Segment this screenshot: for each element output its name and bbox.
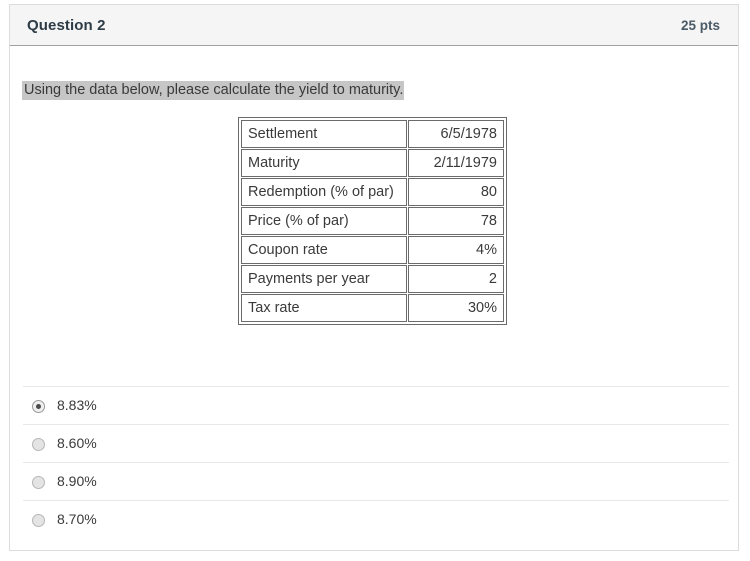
table-cell-label: Tax rate <box>241 294 407 322</box>
answer-option-2[interactable]: 8.90% <box>23 462 729 500</box>
table-cell-value: 6/5/1978 <box>408 120 504 148</box>
radio-button-icon[interactable] <box>32 476 45 489</box>
question-body: Using the data below, please calculate t… <box>10 46 738 550</box>
table-cell-label: Maturity <box>241 149 407 177</box>
table-cell-value: 4% <box>408 236 504 264</box>
table-body: Settlement 6/5/1978 Maturity 2/11/1979 R… <box>241 120 504 322</box>
table-cell-label: Price (% of par) <box>241 207 407 235</box>
table-cell-label: Settlement <box>241 120 407 148</box>
page-title: Question 2 <box>27 17 106 34</box>
question-points-badge: 25 pts <box>680 18 720 33</box>
question-prompt-text: Using the data below, please calculate t… <box>22 81 405 100</box>
table-row: Redemption (% of par) 80 <box>241 178 504 206</box>
table-cell-value: 2/11/1979 <box>408 149 504 177</box>
answer-option-label: 8.83% <box>57 397 97 413</box>
table-cell-value: 78 <box>408 207 504 235</box>
answer-option-label: 8.90% <box>57 473 97 489</box>
table-cell-value: 2 <box>408 265 504 293</box>
question-container: Question 2 25 pts Using the data below, … <box>9 4 739 551</box>
answer-option-label: 8.60% <box>57 435 97 451</box>
answer-option-1[interactable]: 8.60% <box>23 424 729 462</box>
bond-data-table: Settlement 6/5/1978 Maturity 2/11/1979 R… <box>238 117 507 325</box>
table-row: Coupon rate 4% <box>241 236 504 264</box>
table-row: Tax rate 30% <box>241 294 504 322</box>
answer-option-3[interactable]: 8.70% <box>23 500 729 538</box>
answer-options-list: 8.83% 8.60% 8.90% 8.70% <box>23 386 729 538</box>
question-prompt: Using the data below, please calculate t… <box>22 81 405 100</box>
radio-button-icon[interactable] <box>32 438 45 451</box>
radio-button-icon[interactable] <box>32 400 45 413</box>
table-cell-label: Redemption (% of par) <box>241 178 407 206</box>
radio-button-icon[interactable] <box>32 514 45 527</box>
table-cell-label: Coupon rate <box>241 236 407 264</box>
table-row: Maturity 2/11/1979 <box>241 149 504 177</box>
data-table: Settlement 6/5/1978 Maturity 2/11/1979 R… <box>240 119 505 323</box>
table-cell-value: 80 <box>408 178 504 206</box>
answer-option-label: 8.70% <box>57 511 97 527</box>
table-row: Settlement 6/5/1978 <box>241 120 504 148</box>
table-cell-value: 30% <box>408 294 504 322</box>
question-header: Question 2 25 pts <box>10 5 738 46</box>
answer-option-0[interactable]: 8.83% <box>23 386 729 424</box>
table-row: Payments per year 2 <box>241 265 504 293</box>
table-cell-label: Payments per year <box>241 265 407 293</box>
table-row: Price (% of par) 78 <box>241 207 504 235</box>
